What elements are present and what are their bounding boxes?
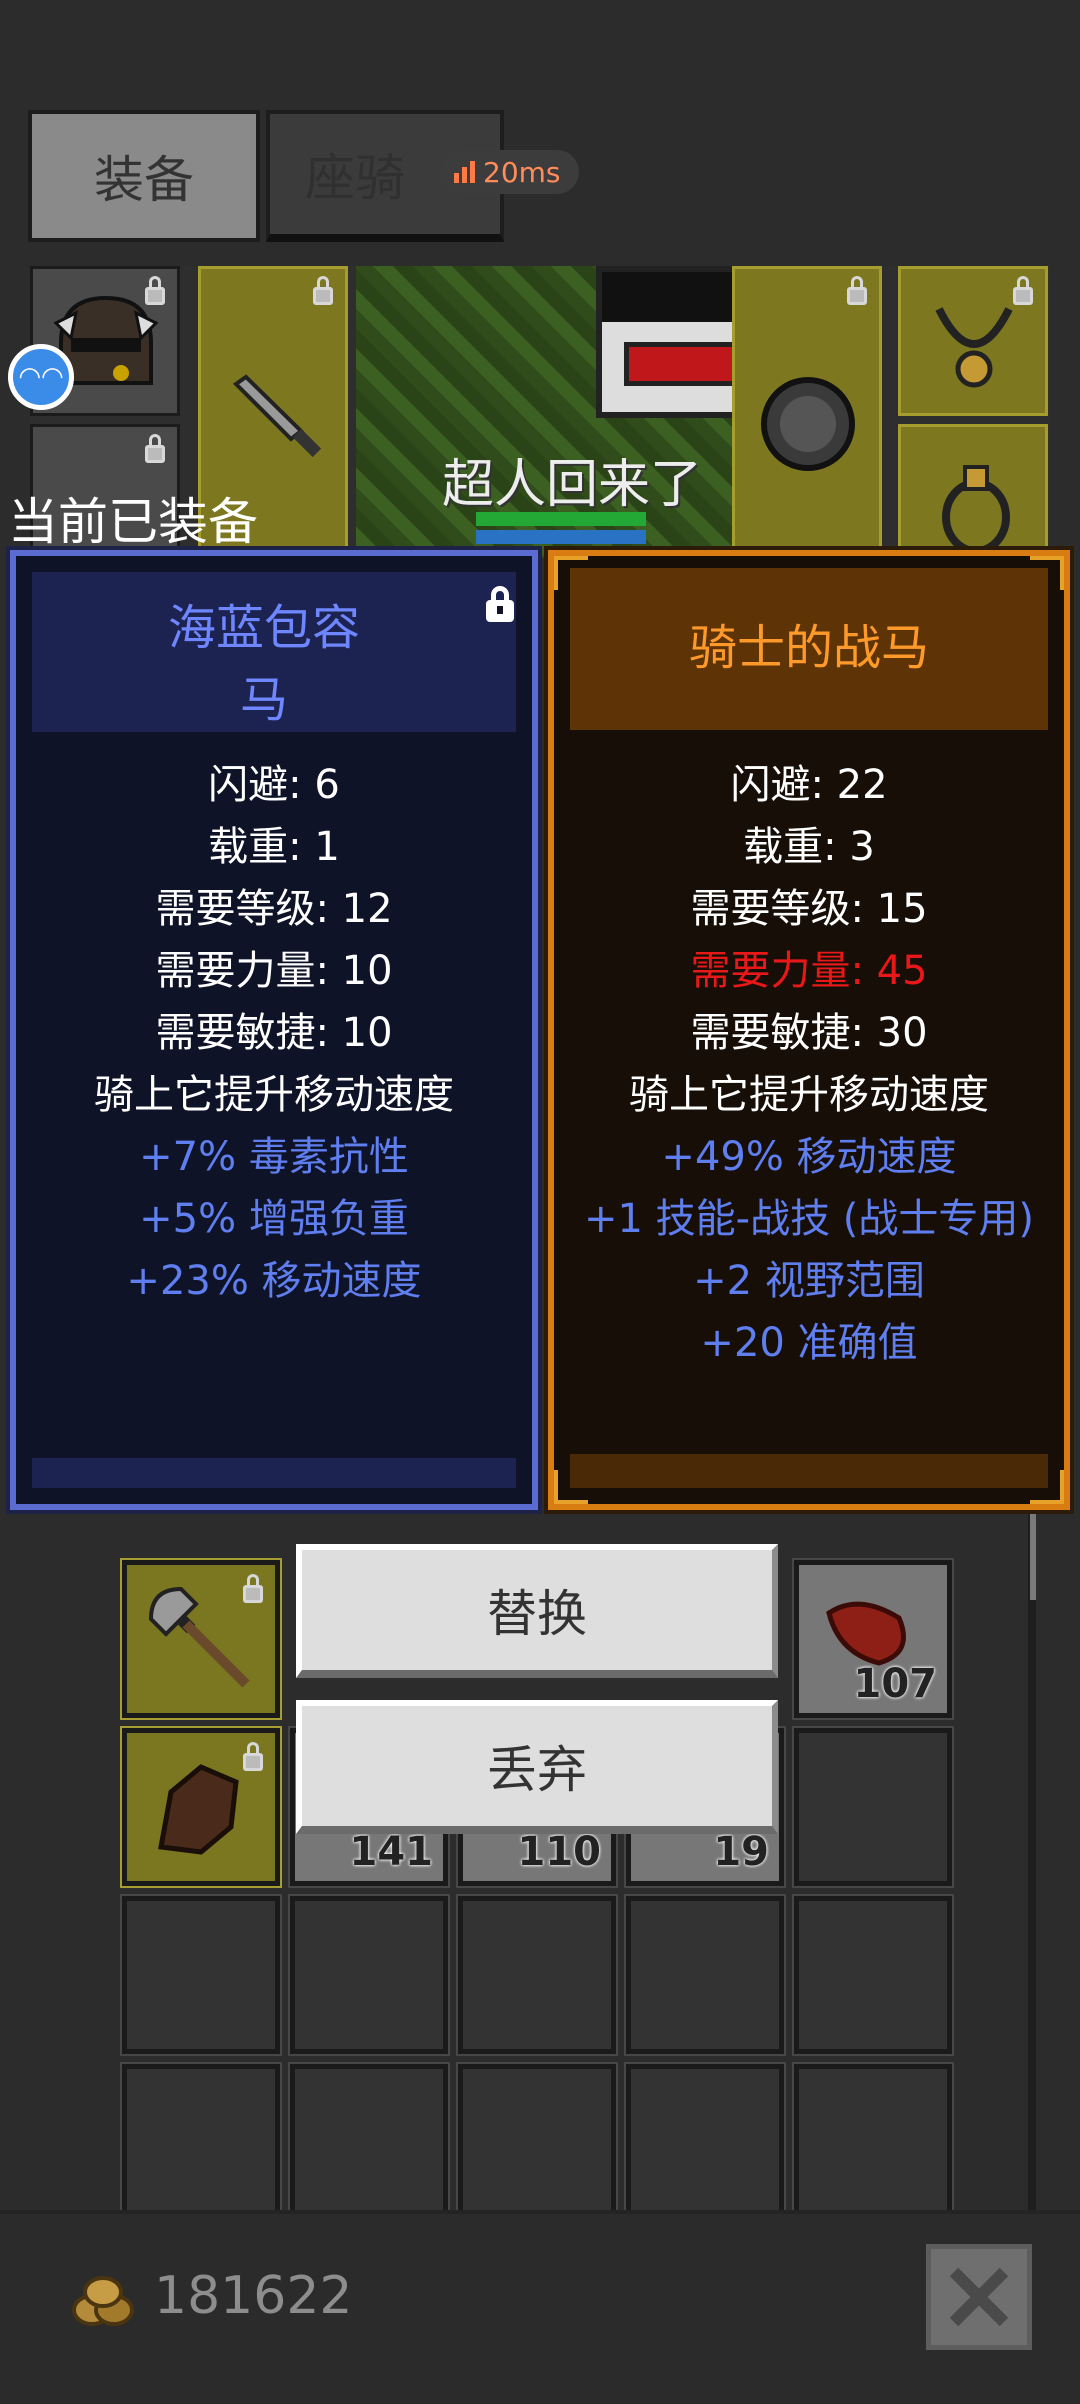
- ring-icon: [942, 465, 1010, 555]
- currently-equipped-label: 当前已装备: [8, 493, 258, 551]
- stat-line: 需要力量: 10: [155, 948, 393, 994]
- current-item-name-line2: 马: [239, 672, 288, 728]
- ornate-corner-icon: [1030, 556, 1064, 590]
- inventory-slot[interactable]: [288, 1894, 450, 2056]
- compare-item-name: 骑士的战马: [688, 620, 929, 676]
- current-item-name-line1: 海蓝包容: [167, 600, 360, 656]
- current-item-panel: 海蓝包容 马 闪避: 6 载重: 1 需要等级: 12 需要力量: 10 需要敏…: [6, 546, 542, 1514]
- mana-bar: [476, 530, 646, 544]
- compare-item-footer: [570, 1454, 1048, 1488]
- inventory-slot[interactable]: [288, 2062, 450, 2224]
- necklace-slot[interactable]: [898, 266, 1048, 416]
- close-icon: [949, 2267, 1009, 2327]
- tab-mount-label: 座骑: [305, 149, 405, 207]
- gold-amount: 181622: [154, 2266, 353, 2326]
- inventory-slot[interactable]: [456, 1894, 618, 2056]
- ring-slot[interactable]: [898, 424, 1048, 558]
- inventory-slot[interactable]: [120, 2062, 282, 2224]
- inventory-slot-meat[interactable]: 107: [792, 1558, 954, 1720]
- ping-indicator: 20ms: [440, 150, 579, 194]
- lock-icon[interactable]: [486, 586, 514, 622]
- bonus-stat-line: +23% 移动速度: [126, 1258, 422, 1304]
- item-count: 19: [713, 1829, 769, 1875]
- inventory-slot[interactable]: [792, 2062, 954, 2224]
- bonus-stat-line: +20 准确值: [700, 1320, 918, 1366]
- item-count: 141: [349, 1829, 434, 1875]
- bonus-stat-line: +1 技能-战技 (战士专用): [583, 1196, 1035, 1242]
- inventory-slot[interactable]: [792, 1726, 954, 1888]
- lock-icon: [243, 1574, 263, 1603]
- inventory-slot[interactable]: [624, 1894, 786, 2056]
- stat-line: 需要等级: 15: [690, 886, 928, 932]
- inventory-slot[interactable]: [456, 2062, 618, 2224]
- inventory-slot-axe[interactable]: [120, 1558, 282, 1720]
- ornate-corner-icon: [554, 556, 588, 590]
- replace-button-label: 替换: [487, 1585, 587, 1643]
- current-item-stats: 闪避: 6 载重: 1 需要等级: 12 需要力量: 10 需要敏捷: 10 骑…: [16, 754, 532, 1312]
- item-count: 107: [853, 1661, 938, 1707]
- ornate-corner-icon: [554, 1470, 588, 1504]
- discard-button[interactable]: 丢弃: [296, 1700, 778, 1834]
- lock-icon: [243, 1742, 263, 1771]
- shield-icon: [761, 377, 855, 471]
- gold-coins-icon: [72, 2276, 134, 2326]
- scrollbar-thumb[interactable]: [1030, 1510, 1036, 1600]
- ornate-corner-icon: [1030, 1470, 1064, 1504]
- stat-line: 需要敏捷: 10: [155, 1010, 393, 1056]
- inventory-slot[interactable]: [120, 1894, 282, 2056]
- inventory-scrollbar[interactable]: [1028, 1500, 1036, 2210]
- stat-line: 需要敏捷: 30: [690, 1010, 928, 1056]
- shield-slot[interactable]: [732, 266, 882, 558]
- stat-line: 闪避: 6: [208, 762, 340, 808]
- lock-icon: [145, 434, 165, 463]
- bonus-stat-line: +49% 移动速度: [661, 1134, 957, 1180]
- compare-item-panel: 骑士的战马 闪避: 22 载重: 3 需要等级: 15 需要力量: 45 需要敏…: [544, 546, 1074, 1514]
- tab-equipment[interactable]: 装备: [28, 110, 260, 242]
- current-item-footer: [32, 1458, 516, 1488]
- item-count: 110: [517, 1829, 602, 1875]
- lock-icon: [313, 276, 333, 305]
- inventory-slot[interactable]: [792, 1894, 954, 2056]
- game-map: 超人回来了: [356, 266, 778, 558]
- bonus-stat-line: +2 视野范围: [693, 1258, 925, 1304]
- replace-button[interactable]: 替换: [296, 1544, 778, 1678]
- lock-icon: [145, 276, 165, 305]
- stat-line: 载重: 1: [208, 824, 340, 870]
- stat-line: 骑上它提升移动速度: [94, 1072, 454, 1118]
- bonus-stat-line: +5% 增强负重: [139, 1196, 409, 1242]
- health-bar: [476, 512, 646, 526]
- inventory-slot[interactable]: [624, 2062, 786, 2224]
- discard-button-label: 丢弃: [487, 1741, 587, 1799]
- signal-icon: [454, 161, 475, 183]
- dagger-icon: [232, 374, 322, 458]
- ping-value: 20ms: [483, 155, 561, 189]
- stat-line: 骑上它提升移动速度: [629, 1072, 989, 1118]
- stat-line: 闪避: 22: [730, 762, 888, 808]
- close-button[interactable]: [926, 2244, 1032, 2350]
- lock-icon: [1013, 276, 1033, 305]
- necklace-icon: [935, 307, 1013, 388]
- current-item-name: 海蓝包容 马: [16, 592, 532, 736]
- compare-item-stats: 闪避: 22 载重: 3 需要等级: 15 需要力量: 45 需要敏捷: 30 …: [554, 754, 1064, 1374]
- tab-equipment-label: 装备: [94, 151, 194, 209]
- stat-line: 需要等级: 12: [155, 886, 393, 932]
- hero-name: 超人回来了: [442, 455, 703, 515]
- bonus-stat-line: +7% 毒素抗性: [139, 1134, 409, 1180]
- stat-line: 载重: 3: [743, 824, 875, 870]
- lock-icon: [847, 276, 867, 305]
- unmet-requirement-stat: 需要力量: 45: [690, 948, 928, 994]
- inventory-slot-gloves[interactable]: [120, 1726, 282, 1888]
- top-bar: [0, 0, 1080, 100]
- chat-bubble-icon[interactable]: ◠◠: [8, 344, 74, 410]
